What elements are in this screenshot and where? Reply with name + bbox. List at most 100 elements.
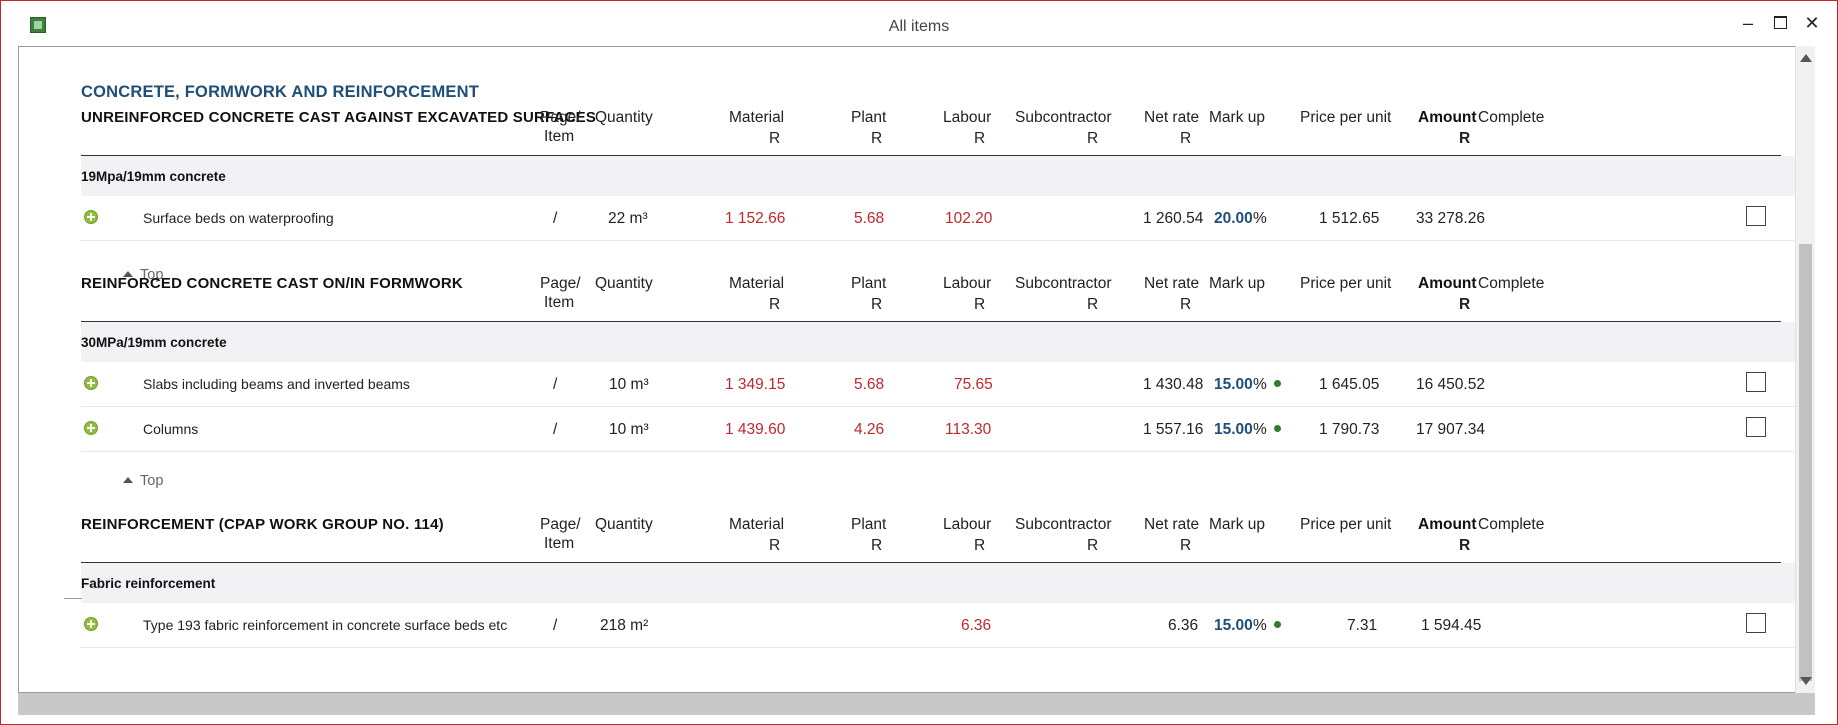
green-dot-icon [1274, 380, 1281, 387]
item-net-rate: 1 260.54 [1143, 210, 1204, 227]
plant-unit: R [871, 296, 883, 313]
col-page-item-2: Item [544, 128, 575, 145]
complete-checkbox[interactable] [1746, 206, 1766, 226]
col-labour: Labour [943, 109, 992, 126]
plus-circle-icon[interactable] [84, 421, 98, 435]
col-plant: Plant [851, 516, 887, 533]
item-description: Surface beds on waterproofing [143, 210, 334, 226]
plus-circle-icon[interactable] [84, 617, 98, 631]
maximize-button[interactable] [1766, 11, 1794, 35]
section-title: UNREINFORCED CONCRETE CAST AGAINST EXCAV… [81, 109, 597, 126]
percent-sign: % [1253, 210, 1267, 227]
col-amount: Amount [1418, 275, 1477, 292]
col-quantity: Quantity [595, 275, 653, 292]
item-mark-up[interactable]: 15.00 [1214, 617, 1253, 635]
table-row[interactable]: Surface beds on waterproofing / 22 m³ 1 … [81, 196, 1798, 241]
plant-unit: R [871, 537, 883, 554]
col-amount: Amount [1418, 516, 1477, 533]
table-row[interactable]: Type 193 fabric reinforcement in concret… [81, 603, 1798, 648]
net-rate-unit: R [1180, 537, 1192, 554]
item-page: / [553, 376, 558, 393]
top-link-label: Top [140, 473, 164, 489]
scroll-thumb[interactable] [1799, 244, 1812, 681]
top-link[interactable]: Top [123, 473, 163, 489]
col-price-per-unit: Price per unit [1300, 275, 1392, 292]
item-description: Columns [143, 421, 199, 437]
subcontractor-unit: R [1087, 296, 1099, 313]
item-plant: 4.26 [854, 421, 885, 438]
col-complete: Complete [1478, 516, 1545, 533]
group-title: 30MPa/19mm concrete [81, 335, 227, 350]
table-row[interactable]: Slabs including beams and inverted beams… [81, 362, 1798, 407]
col-net-rate: Net rate [1144, 516, 1200, 533]
col-mark-up: Mark up [1209, 516, 1265, 533]
complete-checkbox[interactable] [1746, 417, 1766, 437]
item-labour: 75.65 [954, 376, 993, 393]
item-page: / [553, 617, 558, 634]
table-row[interactable]: Columns / 10 m³ 1 439.60 4.26 113.30 1 5… [81, 407, 1798, 452]
item-mark-up[interactable]: 15.00 [1214, 421, 1253, 439]
col-complete: Complete [1478, 275, 1545, 292]
item-net-rate: 6.36 [1168, 617, 1199, 634]
complete-checkbox[interactable] [1746, 372, 1766, 392]
item-material: 1 439.60 [725, 421, 786, 438]
group-title: Fabric reinforcement [81, 576, 216, 591]
item-page: / [553, 421, 558, 438]
col-material: Material [729, 109, 785, 126]
section-unreinforced: UNREINFORCED CONCRETE CAST AGAINST EXCAV… [81, 101, 1798, 283]
complete-checkbox[interactable] [1746, 613, 1766, 633]
item-labour: 113.30 [945, 421, 992, 438]
section-reinforced: REINFORCED CONCRETE CAST ON/IN FORMWORK … [81, 267, 1798, 489]
percent-sign: % [1253, 376, 1267, 393]
group-header: 19Mpa/19mm concrete [81, 156, 1798, 196]
col-net-rate: Net rate [1144, 109, 1200, 126]
item-mark-up[interactable]: 20.00 [1214, 210, 1253, 228]
vertical-scrollbar[interactable] [1795, 46, 1815, 693]
item-labour: 102.20 [945, 210, 993, 227]
col-mark-up: Mark up [1209, 275, 1265, 292]
item-amount: 16 450.52 [1416, 376, 1485, 393]
col-mark-up: Mark up [1209, 109, 1265, 126]
col-amount: Amount [1418, 109, 1477, 126]
col-page-item: Page/ [540, 516, 581, 533]
close-button[interactable]: ✕ [1798, 11, 1826, 35]
item-labour: 6.36 [961, 617, 992, 634]
labour-unit: R [974, 130, 986, 147]
material-unit: R [769, 537, 781, 554]
item-quantity: 10 m³ [609, 421, 649, 438]
horizontal-scrollbar[interactable] [18, 693, 1815, 715]
item-quantity: 10 m³ [609, 376, 649, 393]
items-scroll-area[interactable]: CONCRETE, FORMWORK AND REINFORCEMENT UNR… [19, 47, 1814, 692]
col-quantity: Quantity [595, 109, 653, 126]
item-amount: 33 278.26 [1416, 210, 1485, 227]
scroll-down-icon[interactable] [1800, 677, 1812, 685]
group-title: 19Mpa/19mm concrete [81, 169, 226, 184]
title-bar[interactable]: All items – ✕ [1, 1, 1837, 47]
green-dot-icon [1274, 425, 1281, 432]
col-labour: Labour [943, 516, 992, 533]
item-plant: 5.68 [854, 376, 885, 393]
material-unit: R [769, 296, 781, 313]
item-amount: 1 594.45 [1421, 617, 1482, 634]
minimize-button[interactable]: – [1734, 11, 1762, 35]
group-header: 30MPa/19mm concrete [81, 322, 1798, 362]
group-header: Fabric reinforcement [81, 563, 1798, 603]
net-rate-unit: R [1180, 296, 1192, 313]
item-price-per-unit: 1 512.65 [1319, 210, 1380, 227]
subcontractor-unit: R [1087, 537, 1099, 554]
plus-circle-icon[interactable] [84, 210, 98, 224]
green-dot-icon [1274, 621, 1281, 628]
item-description: Type 193 fabric reinforcement in concret… [143, 617, 508, 633]
col-page-item: Page/ [540, 275, 581, 292]
scroll-up-icon[interactable] [1800, 54, 1812, 62]
margin-marker [64, 598, 82, 599]
item-material: 1 152.66 [725, 210, 786, 227]
item-mark-up[interactable]: 15.00 [1214, 376, 1253, 394]
section-reinforcement: REINFORCEMENT (CPAP WORK GROUP NO. 114) … [81, 508, 1798, 668]
plus-circle-icon[interactable] [84, 376, 98, 390]
col-labour: Labour [943, 275, 992, 292]
amount-unit: R [1459, 537, 1471, 554]
col-page-item: Page/ [540, 109, 581, 126]
item-page: / [553, 210, 558, 227]
col-material: Material [729, 275, 785, 292]
